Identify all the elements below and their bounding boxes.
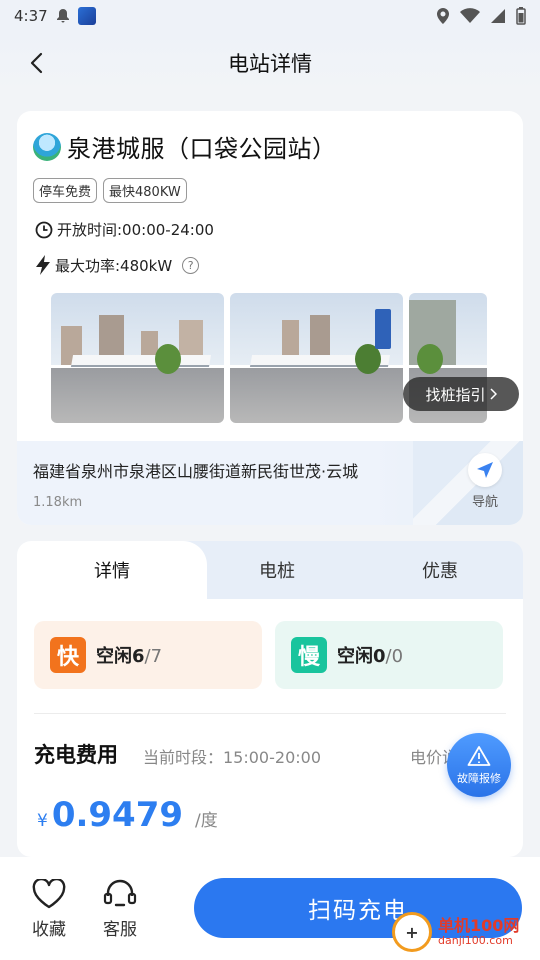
- watermark-main: 单机100网: [438, 916, 520, 936]
- slow-pile-count: 空闲0/0: [337, 642, 403, 668]
- chevron-left-icon: [30, 52, 43, 74]
- customer-service-label: 客服: [103, 920, 137, 940]
- station-photo[interactable]: [51, 293, 224, 423]
- tab-offers[interactable]: 优惠: [357, 541, 523, 599]
- watermark-logo-icon: +: [392, 912, 432, 952]
- station-title-row: 泉港城服（口袋公园站）: [33, 129, 337, 164]
- fast-charge-icon: 快: [50, 637, 86, 673]
- fast-pile-available: 空闲6: [96, 646, 145, 667]
- tab-details[interactable]: 详情: [17, 541, 207, 599]
- watermark-sub: danji100.com: [438, 933, 513, 947]
- opening-hours-text: 开放时间:00:00-24:00: [57, 221, 214, 239]
- slow-pile-status[interactable]: 慢 空闲0/0: [275, 621, 503, 689]
- fast-pile-count: 空闲6/7: [96, 642, 162, 668]
- fault-report-button[interactable]: 故障报修: [447, 733, 511, 797]
- page-title: 电站详情: [228, 52, 312, 76]
- customer-service-button[interactable]: 客服: [102, 879, 138, 940]
- app-notification-icon: [77, 7, 96, 25]
- battery-icon: [516, 7, 526, 25]
- max-power: 最大功率:480kW ?: [35, 254, 200, 276]
- tag-free-parking: 停车免费: [33, 178, 98, 203]
- opening-hours: 开放时间:00:00-24:00: [35, 219, 214, 240]
- station-distance: 1.18km: [33, 495, 83, 510]
- address-section: 福建省泉州市泉港区山腰街道新民街世茂·云城 1.18km 导航: [17, 441, 523, 525]
- help-icon[interactable]: ?: [182, 256, 200, 274]
- slow-charge-icon: 慢: [291, 637, 327, 673]
- divider: [34, 713, 506, 714]
- chevron-right-icon: [489, 388, 497, 400]
- lightning-icon: [36, 255, 50, 275]
- detail-tabs: 电桩 优惠 详情: [17, 541, 523, 599]
- favorite-button[interactable]: 收藏: [32, 879, 66, 940]
- price-display: ¥ 0.9479 /度: [37, 795, 218, 835]
- slow-pile-total: /0: [385, 646, 404, 667]
- currency-symbol: ¥: [37, 811, 48, 831]
- wifi-icon: [460, 8, 480, 23]
- max-power-text: 最大功率:480kW: [55, 256, 173, 275]
- station-tags: 停车免费 最快480KW: [33, 178, 187, 203]
- slow-pile-available: 空闲0: [337, 646, 386, 667]
- watermark-text: 单机100网 danji100.com: [438, 917, 519, 947]
- status-time: 4:37: [14, 7, 48, 25]
- warning-icon: [467, 745, 491, 766]
- fee-title: 充电费用: [34, 743, 118, 767]
- price-unit: /度: [195, 811, 218, 831]
- location-icon: [437, 8, 449, 24]
- header: 电站详情: [0, 32, 540, 94]
- station-photo[interactable]: [230, 293, 403, 423]
- price-value: 0.9479: [51, 795, 184, 835]
- find-pile-guide-label: 找桩指引: [425, 385, 486, 404]
- clock-icon: [35, 221, 53, 238]
- heart-icon: [32, 879, 66, 909]
- station-name: 泉港城服（口袋公园站）: [67, 135, 337, 163]
- tab-piles[interactable]: 电桩: [192, 541, 362, 599]
- find-pile-guide-button[interactable]: 找桩指引: [403, 377, 519, 411]
- navigate-button[interactable]: 导航: [465, 453, 505, 510]
- navigation-arrow-icon: [477, 462, 493, 478]
- navigate-label: 导航: [471, 495, 498, 510]
- station-address: 福建省泉州市泉港区山腰街道新民街世茂·云城: [33, 462, 359, 481]
- signal-icon: [491, 9, 505, 23]
- back-button[interactable]: [20, 46, 54, 80]
- navigation-circle: [468, 453, 502, 487]
- notification-bell-icon: [56, 9, 69, 23]
- fast-pile-status[interactable]: 快 空闲6/7: [34, 621, 262, 689]
- station-logo-icon: [33, 132, 61, 161]
- station-card: 泉港城服（口袋公园站） 停车免费 最快480KW 开放时间:00:00-24:0…: [17, 111, 523, 525]
- watermark: + 单机100网 danji100.com: [392, 912, 519, 952]
- fault-report-label: 故障报修: [457, 771, 501, 785]
- current-period: 当前时段：15:00-20:00: [143, 748, 321, 767]
- status-bar: 4:37: [0, 0, 540, 32]
- favorite-label: 收藏: [32, 920, 66, 940]
- tag-max-speed: 最快480KW: [103, 178, 187, 203]
- fast-pile-total: /7: [144, 646, 163, 667]
- details-panel: 快 空闲6/7 慢 空闲0/0 充电费用 当前时段：15:00-20:00 电价…: [17, 599, 523, 857]
- headset-icon: [103, 879, 137, 907]
